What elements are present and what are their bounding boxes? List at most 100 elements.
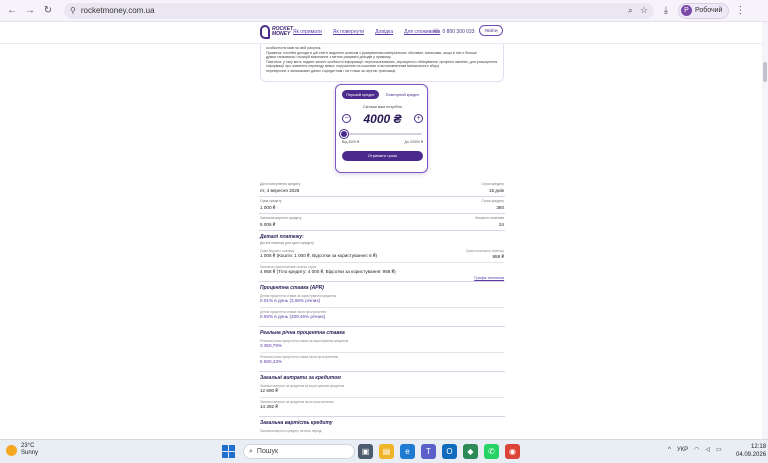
os-taskbar: 23°C Sunny ⌕ Пошук ▣ ▤ e T O ◆ ✆ ◉ ^ УКР… <box>0 439 768 463</box>
phone-number: 0 800 300 033 <box>442 28 475 35</box>
list-item: Загальні витрати за кредитом після прост… <box>260 398 504 413</box>
payment-details-section: Деталі платежу: Деталі платежу для цього… <box>259 231 505 282</box>
summary-label-right: Строк кредиту <box>481 182 504 186</box>
section-title: Реальна річна процентна ставка <box>260 330 345 336</box>
summary-value: пт, 4 вересня 2026 <box>260 188 300 193</box>
section-title: Процентна ставка (APR) <box>260 285 324 291</box>
summary-value-right: 360 <box>496 205 504 210</box>
apr-section: Процентна ставка (APR) Денна процентна с… <box>259 282 505 327</box>
bookmark-star-icon[interactable]: ☆ <box>640 5 648 16</box>
scrollbar-thumb[interactable] <box>763 62 767 82</box>
get-money-button[interactable]: Отримати гроші <box>342 151 423 161</box>
windows-start-icon[interactable] <box>222 445 235 458</box>
payment-schedule-link[interactable]: Графік платежів <box>474 275 504 280</box>
weather-text: Sunny <box>21 450 39 456</box>
downloads-icon[interactable]: ⤓ <box>660 5 672 17</box>
increase-amount-button[interactable]: + <box>413 114 423 123</box>
item-value: 4 958 ₴ (Тіло кредиту: 4 000 ₴, Відсотки… <box>260 269 396 274</box>
item-value: 0.01% в день (3,65% річних) <box>260 298 321 303</box>
summary-row: Дата повернення кредиту пт, 4 вересня 20… <box>259 180 505 197</box>
summary-value-right: 24 <box>498 222 504 227</box>
tab-first-loan[interactable]: Перший кредит <box>342 90 379 99</box>
list-item: Денна процентна ставка за користування к… <box>260 292 504 308</box>
main-nav: Як отримати Як повернути Довідка Для спо… <box>293 29 440 35</box>
loan-calculator: Перший кредит Повторний кредит Скільки в… <box>335 84 428 173</box>
loan-type-tabs: Перший кредит Повторний кредит <box>342 90 423 99</box>
amount-slider[interactable] <box>340 130 422 138</box>
list-item: Загальні витрати за кредитом за користув… <box>260 382 504 398</box>
menu-kebab-icon[interactable]: ⋮ <box>735 5 745 16</box>
zoom-icon[interactable]: ⌕ <box>628 5 633 16</box>
outlook-icon[interactable]: O <box>442 444 457 459</box>
system-tray: ^ УКР ◠ ◁ ▭ <box>668 446 722 454</box>
back-icon[interactable]: ← <box>6 5 18 17</box>
date: 04.09.2026 <box>736 452 767 458</box>
search-icon: ⌕ <box>249 447 253 455</box>
loan-details: Дата повернення кредиту пт, 4 вересня 20… <box>259 180 505 439</box>
teams-icon[interactable]: T <box>421 444 436 459</box>
summary-label: Дата повернення кредиту <box>260 182 301 186</box>
battery-icon[interactable]: ▭ <box>716 446 722 453</box>
language-indicator[interactable]: УКР <box>677 447 688 453</box>
item-desc: Загальна вартість кредиту на весь період <box>260 429 322 433</box>
edge-icon[interactable]: e <box>400 444 415 459</box>
login-button[interactable]: Увійти <box>479 25 503 36</box>
item-value: 14 392 ₴ <box>260 404 278 409</box>
list-item: Реальна річна процентна ставка після про… <box>260 353 504 368</box>
summary-value: 1 000 ₴ <box>260 205 276 210</box>
weather-widget[interactable]: 23°C Sunny <box>6 443 38 457</box>
loan-amount: 4000 ₴ <box>363 111 402 126</box>
list-item: Денна процентна ставка після простроченн… <box>260 308 504 323</box>
forward-icon[interactable]: → <box>24 5 36 17</box>
decrease-amount-button[interactable]: − <box>342 114 351 123</box>
slider-min-label: Від 4000 ₴ <box>342 140 360 144</box>
web-page: ROCKET MONEY Як отримати Як повернути До… <box>0 22 768 439</box>
section-title: Загальна вартість кредиту <box>260 420 333 426</box>
address-bar[interactable]: ⚲ rocketmoney.com.ua ⌕ ☆ <box>64 2 654 19</box>
volume-icon[interactable]: ◁ <box>705 446 710 453</box>
phone-contact[interactable]: ☏ 0 800 300 033 <box>432 28 475 36</box>
logo-text-2: MONEY <box>272 31 291 37</box>
slider-handle[interactable] <box>340 130 348 138</box>
real-rate-section: Реальна річна процентна ставка Реальна р… <box>259 327 505 372</box>
item-value: 12 690 ₴ <box>260 388 278 393</box>
item-desc-right: Сума останнього платежу <box>465 249 504 253</box>
clock[interactable]: 12:18 04.09.2026 <box>736 443 766 459</box>
app-icon[interactable]: ◆ <box>463 444 478 459</box>
wifi-icon[interactable]: ◠ <box>694 446 699 453</box>
slider-max-label: До 20000 ₴ <box>404 140 423 144</box>
browser-toolbar: ← → ↻ ⚲ rocketmoney.com.ua ⌕ ☆ ⤓ Р Робоч… <box>0 0 768 22</box>
summary-label-right: Строк кредиту <box>481 199 504 203</box>
nav-how-to-repay[interactable]: Як повернути <box>333 29 364 35</box>
site-info-icon[interactable]: ⚲ <box>70 6 76 15</box>
site-logo[interactable]: ROCKET MONEY <box>260 25 293 39</box>
amount-question: Скільки вам потрібно <box>362 104 403 109</box>
chrome-icon[interactable]: ◉ <box>505 444 520 459</box>
time: 12:18 <box>751 444 767 450</box>
taskbar-apps: ▣ ▤ e T O ◆ ✆ ◉ <box>358 444 520 459</box>
whatsapp-icon[interactable]: ✆ <box>484 444 499 459</box>
profile-button[interactable]: Р Робочий <box>678 2 730 19</box>
nav-help[interactable]: Довідка <box>375 29 393 35</box>
url-text: rocketmoney.com.ua <box>80 6 155 15</box>
rocket-logo-icon <box>260 25 270 39</box>
list-item: Загальна сума платежів за весь строк 4 9… <box>260 263 504 280</box>
search-placeholder: Пошук <box>256 448 279 455</box>
nav-how-to-get[interactable]: Як отримати <box>293 29 322 35</box>
item-value: 5 560,43% <box>260 359 282 364</box>
reload-icon[interactable]: ↻ <box>42 5 54 17</box>
profile-name: Робочий <box>695 7 723 14</box>
tab-repeat-loan[interactable]: Повторний кредит <box>382 90 424 99</box>
list-item: Сума першого платежу 1 006 ₴ (Кошти: 1 0… <box>260 247 504 263</box>
avatar: Р <box>681 5 692 16</box>
costs-section: Загальні витрати за кредитом Загальні ви… <box>259 372 505 417</box>
section-subtitle: Деталі платежу для цього кредиту <box>260 241 314 245</box>
task-view-icon[interactable]: ▣ <box>358 444 373 459</box>
file-explorer-icon[interactable]: ▤ <box>379 444 394 459</box>
item-value-right: 958 ₴ <box>492 254 505 259</box>
section-title: Загальні витрати за кредитом <box>260 375 341 381</box>
taskbar-search[interactable]: ⌕ Пошук <box>243 444 355 459</box>
list-item: Загальна вартість кредиту на весь період <box>260 427 504 436</box>
tray-chevron-icon[interactable]: ^ <box>668 447 671 453</box>
scrollbar[interactable] <box>762 22 768 439</box>
